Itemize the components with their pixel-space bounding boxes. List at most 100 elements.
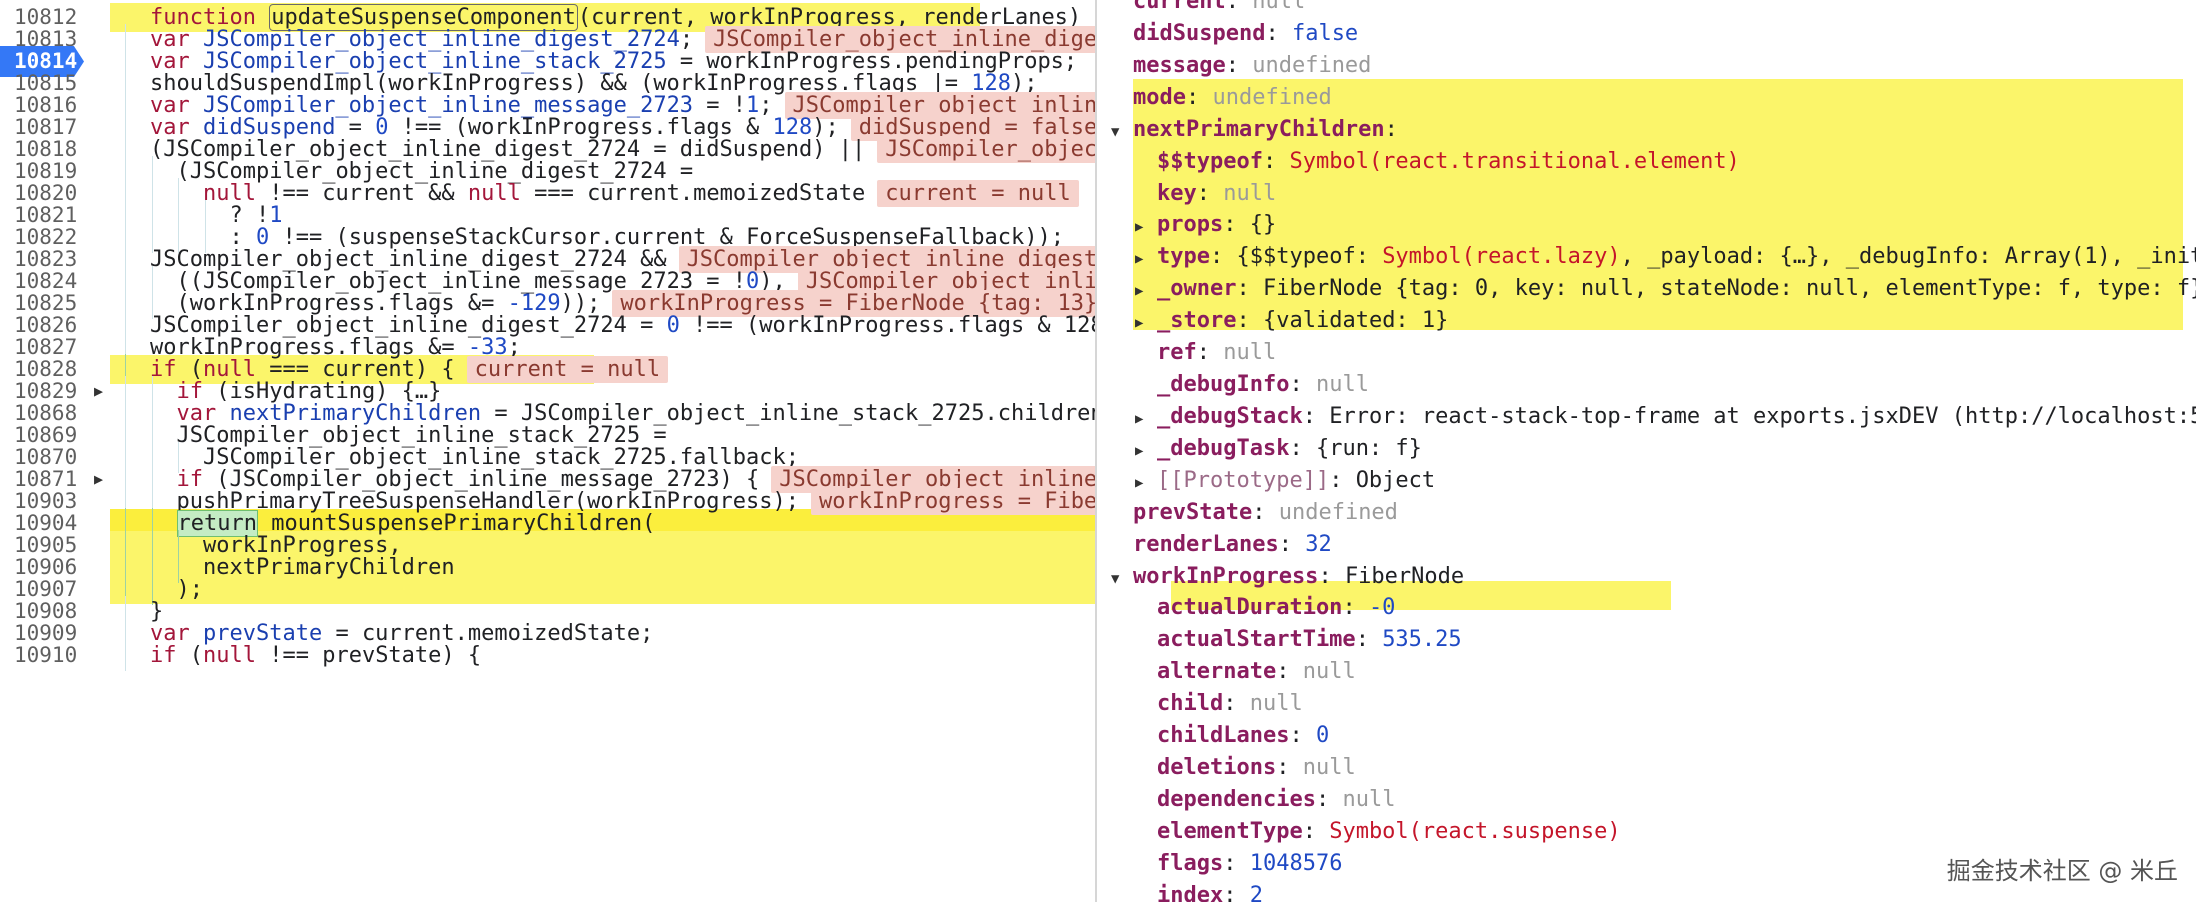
scope-property-row[interactable]: elementType: Symbol(react.suspense) (1135, 816, 1621, 848)
devtools-debugger: 10812 function updateSuspenseComponent(cu… (0, 0, 2196, 902)
property-key: actualDuration (1157, 595, 1343, 621)
scope-property-row[interactable]: didSuspend: false (1111, 18, 1358, 50)
inline-variable-value[interactable]: JSCompiler_object_inline_digest_2724 = f… (877, 136, 1095, 163)
key-separator: : (1262, 148, 1290, 174)
property-key: workInProgress (1133, 563, 1319, 589)
scope-property-row[interactable]: childLanes: 0 (1135, 720, 1329, 752)
scope-property-row[interactable]: message: undefined (1111, 50, 1371, 82)
property-value: FiberNode (1344, 563, 1465, 589)
code-token: !== (workInProgress.flags & 128); (679, 313, 1097, 338)
scope-property-row[interactable]: actualStartTime: 535.25 (1135, 624, 1462, 656)
key-separator: : (1223, 212, 1250, 238)
code-token: null (203, 643, 256, 668)
scope-property-row[interactable]: ref: null (1135, 337, 1276, 369)
source-editor[interactable]: 10812 function updateSuspenseComponent(cu… (0, 0, 1097, 902)
key-separator: : (1276, 755, 1303, 781)
property-key: $$typeof (1157, 148, 1263, 174)
property-key: child (1157, 691, 1224, 717)
property-key: props (1157, 212, 1224, 238)
scope-property-row[interactable]: ▼ nextPrimaryChildren: (1111, 114, 1411, 146)
property-key: dependencies (1157, 787, 1316, 812)
key-separator: : (1225, 0, 1253, 14)
scope-property-row[interactable]: $$typeof: Symbol(react.transitional.elem… (1135, 146, 1740, 178)
scope-property-row[interactable]: ▶ _debugTask: {run: f} (1135, 433, 1422, 465)
property-key: key (1157, 180, 1197, 206)
expanded-triangle-icon[interactable]: ▼ (1111, 116, 1133, 148)
collapsed-triangle-icon[interactable]: ▶ (1135, 307, 1157, 339)
code-token: ( (176, 643, 203, 668)
scope-property-row[interactable]: actualDuration: -0 (1135, 592, 1395, 624)
scope-property-row[interactable]: prevState: undefined (1111, 497, 1398, 529)
collapsed-triangle-icon[interactable]: ▶ (1135, 275, 1157, 307)
scope-property-row[interactable]: deletions: null (1135, 752, 1356, 784)
property-key: didSuspend (1133, 20, 1266, 46)
code-text: null !== current && null === current.mem… (203, 178, 1079, 209)
scope-property-row[interactable]: ▼ workInProgress: FiberNode (1111, 561, 1464, 593)
code-text: ); (177, 574, 204, 605)
scope-property-row[interactable]: _debugInfo: null (1135, 369, 1369, 401)
scope-property-row[interactable]: current: null (1111, 0, 1305, 18)
property-key: nextPrimaryChildren (1133, 116, 1385, 142)
inline-variable-value[interactable]: workInProgress = FiberNode {tag: 13} (811, 488, 1095, 515)
line-number[interactable]: 10910 (0, 640, 82, 671)
property-value: null (1223, 180, 1277, 206)
collapsed-triangle-icon[interactable]: ▶ (1135, 467, 1157, 499)
property-value: false (1291, 20, 1359, 46)
key-separator: : (1223, 882, 1250, 902)
property-value: 2 (1249, 882, 1263, 902)
key-separator: : (1342, 595, 1369, 621)
key-separator: : (1329, 467, 1356, 493)
scope-property-row[interactable]: child: null (1135, 688, 1303, 720)
scope-panel[interactable]: current: null didSuspend: false message: u… (1097, 0, 2196, 902)
property-key: _debugTask (1157, 435, 1290, 461)
property-value: FiberNode {tag: 0, key: null, stateNode:… (1262, 276, 2196, 302)
key-separator: : (1252, 499, 1279, 525)
scope-property-row[interactable]: ▶ _owner: FiberNode {tag: 0, key: null, s… (1135, 273, 2196, 305)
code-token: null (467, 181, 521, 206)
scope-property-row[interactable]: dependencies: null (1135, 784, 1395, 816)
scope-property-row[interactable]: ▶ _store: {validated: 1} (1135, 305, 1448, 337)
inline-variable-value[interactable]: current = null (877, 180, 1079, 207)
property-key: _debugInfo (1157, 372, 1290, 398)
scope-property-row[interactable]: renderLanes: 32 (1111, 529, 1332, 561)
scope-property-row[interactable]: mode: undefined (1111, 82, 1332, 114)
property-value: 0 (1315, 723, 1330, 749)
expanded-triangle-icon[interactable]: ▼ (1111, 563, 1133, 595)
property-key: message (1133, 52, 1226, 78)
collapsed-triangle-icon[interactable]: ▶ (1135, 243, 1157, 275)
key-separator: : (1289, 372, 1316, 398)
code-token: 0 (666, 313, 680, 338)
scope-property-row[interactable]: ▶ props: {} (1135, 209, 1276, 241)
key-separator: : (1209, 244, 1237, 270)
property-key: _debugStack (1157, 403, 1303, 429)
key-separator: : (1318, 563, 1345, 589)
collapsed-triangle-icon[interactable]: ▶ (1135, 403, 1157, 435)
scope-property-row[interactable]: index: 2 (1135, 880, 1263, 902)
code-token: !== current && (255, 181, 468, 206)
scope-property-row[interactable]: flags: 1048576 (1135, 848, 1342, 880)
property-value: {validated: 1} (1262, 308, 1449, 334)
property-key: actualStartTime (1157, 627, 1356, 653)
property-key: ref (1157, 340, 1197, 366)
property-value: 1048576 (1249, 850, 1343, 876)
code-token: ); (176, 577, 204, 602)
key-separator: : (1289, 435, 1316, 461)
scope-property-row[interactable]: key: null (1135, 178, 1276, 210)
property-value: {$$typeof: Symbol(react.lazy), _payload:… (1236, 244, 2196, 269)
key-separator: : (1302, 403, 1330, 429)
key-separator: : (1384, 116, 1412, 142)
code-token: if (150, 643, 177, 668)
scope-property-row[interactable]: alternate: null (1135, 656, 1356, 688)
collapsed-triangle-icon[interactable]: ▶ (1135, 211, 1157, 243)
scope-property-row[interactable]: ▶ _debugStack: Error: react-stack-top-fra… (1135, 401, 2196, 433)
scope-property-row[interactable]: ▶ [[Prototype]]: Object (1135, 465, 1435, 497)
key-separator: : (1196, 340, 1224, 366)
value-fragment: , _payload: {…}, _debugInfo: Array(1), _… (1620, 244, 2196, 270)
collapsed-triangle-icon[interactable]: ▶ (1135, 435, 1157, 467)
key-separator: : (1355, 627, 1383, 653)
scope-property-row[interactable]: ▶ type: {$$typeof: Symbol(react.lazy), _p… (1135, 241, 2196, 273)
property-value: 32 (1305, 531, 1332, 557)
property-key: [[Prototype]] (1157, 467, 1330, 493)
inline-variable-value[interactable]: current = null (466, 356, 669, 383)
property-key: _owner (1157, 276, 1237, 302)
